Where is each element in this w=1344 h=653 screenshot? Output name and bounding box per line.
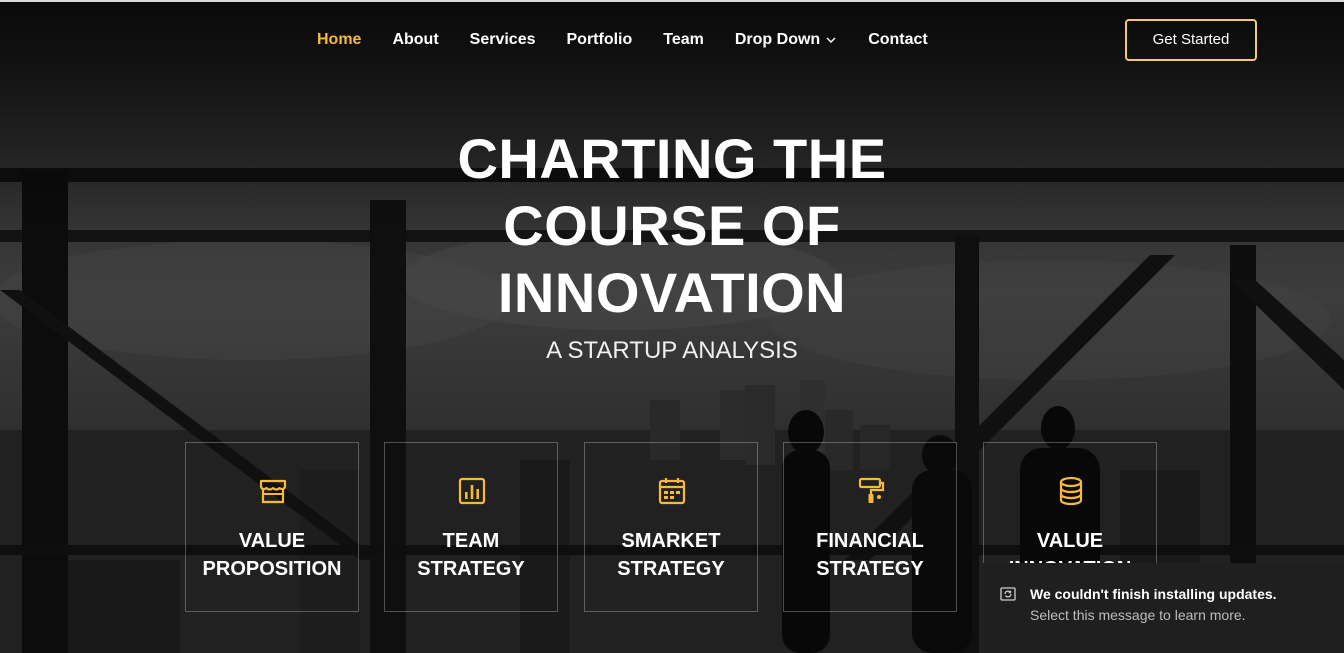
- top-border: [0, 0, 1344, 2]
- nav-item-dropdown[interactable]: Drop Down: [735, 30, 837, 50]
- chevron-down-icon: [826, 37, 836, 44]
- calendar-icon: [658, 478, 686, 505]
- nav-item-services[interactable]: Services: [470, 30, 536, 50]
- hero-title-line: COURSE OF: [503, 194, 841, 257]
- page: Home About Services Portfolio Team Drop …: [0, 0, 1344, 653]
- feature-box-smarket-strategy[interactable]: SMARKET STRATEGY: [584, 442, 758, 612]
- feature-label: TEAM STRATEGY: [417, 530, 525, 580]
- nav-item-label: Services: [469, 31, 536, 48]
- nav-item-home[interactable]: Home: [317, 30, 361, 50]
- paint-roller-icon: [858, 477, 885, 503]
- nav-item-label: Home: [317, 31, 362, 48]
- feature-label: FINANCIAL STRATEGY: [816, 530, 924, 580]
- feature-box-financial-strategy[interactable]: FINANCIAL STRATEGY: [783, 442, 957, 612]
- nav-item-team[interactable]: Team: [663, 30, 704, 50]
- nav-item-label: Team: [663, 31, 704, 48]
- update-icon: [1000, 587, 1016, 601]
- feature-box-value-proposition[interactable]: VALUE PROPOSITION: [185, 442, 359, 612]
- storefront-icon: [259, 479, 287, 504]
- hero-title-line: CHARTING THE: [457, 127, 887, 190]
- get-started-button[interactable]: Get Started: [1125, 19, 1257, 61]
- nav-item-contact[interactable]: Contact: [868, 30, 928, 50]
- nav-item-about[interactable]: About: [392, 30, 438, 50]
- update-notification-toast[interactable]: We couldn't finish installing updates. S…: [983, 563, 1344, 653]
- toast-title: We couldn't finish installing updates.: [1030, 586, 1277, 602]
- hero-title-line: INNOVATION: [497, 261, 847, 324]
- bar-chart-icon: [458, 477, 486, 505]
- nav-item-label: Portfolio: [566, 31, 633, 48]
- database-icon: [1059, 476, 1083, 506]
- hero-title: CHARTING THE COURSE OF INNOVATION: [372, 125, 972, 326]
- nav-item-label: About: [392, 31, 439, 48]
- hero-subtitle: A STARTUP ANALYSIS: [546, 337, 798, 364]
- toast-message: Select this message to learn more.: [1030, 607, 1246, 623]
- feature-label: SMARKET STRATEGY: [617, 530, 725, 580]
- nav-item-portfolio[interactable]: Portfolio: [567, 30, 633, 50]
- nav-item-label: Contact: [868, 31, 928, 48]
- feature-box-team-strategy[interactable]: TEAM STRATEGY: [384, 442, 558, 612]
- feature-label: VALUE PROPOSITION: [202, 530, 342, 580]
- nav-item-label: Drop Down: [734, 31, 821, 48]
- nav-menu: Home About Services Portfolio Team Drop …: [317, 30, 959, 50]
